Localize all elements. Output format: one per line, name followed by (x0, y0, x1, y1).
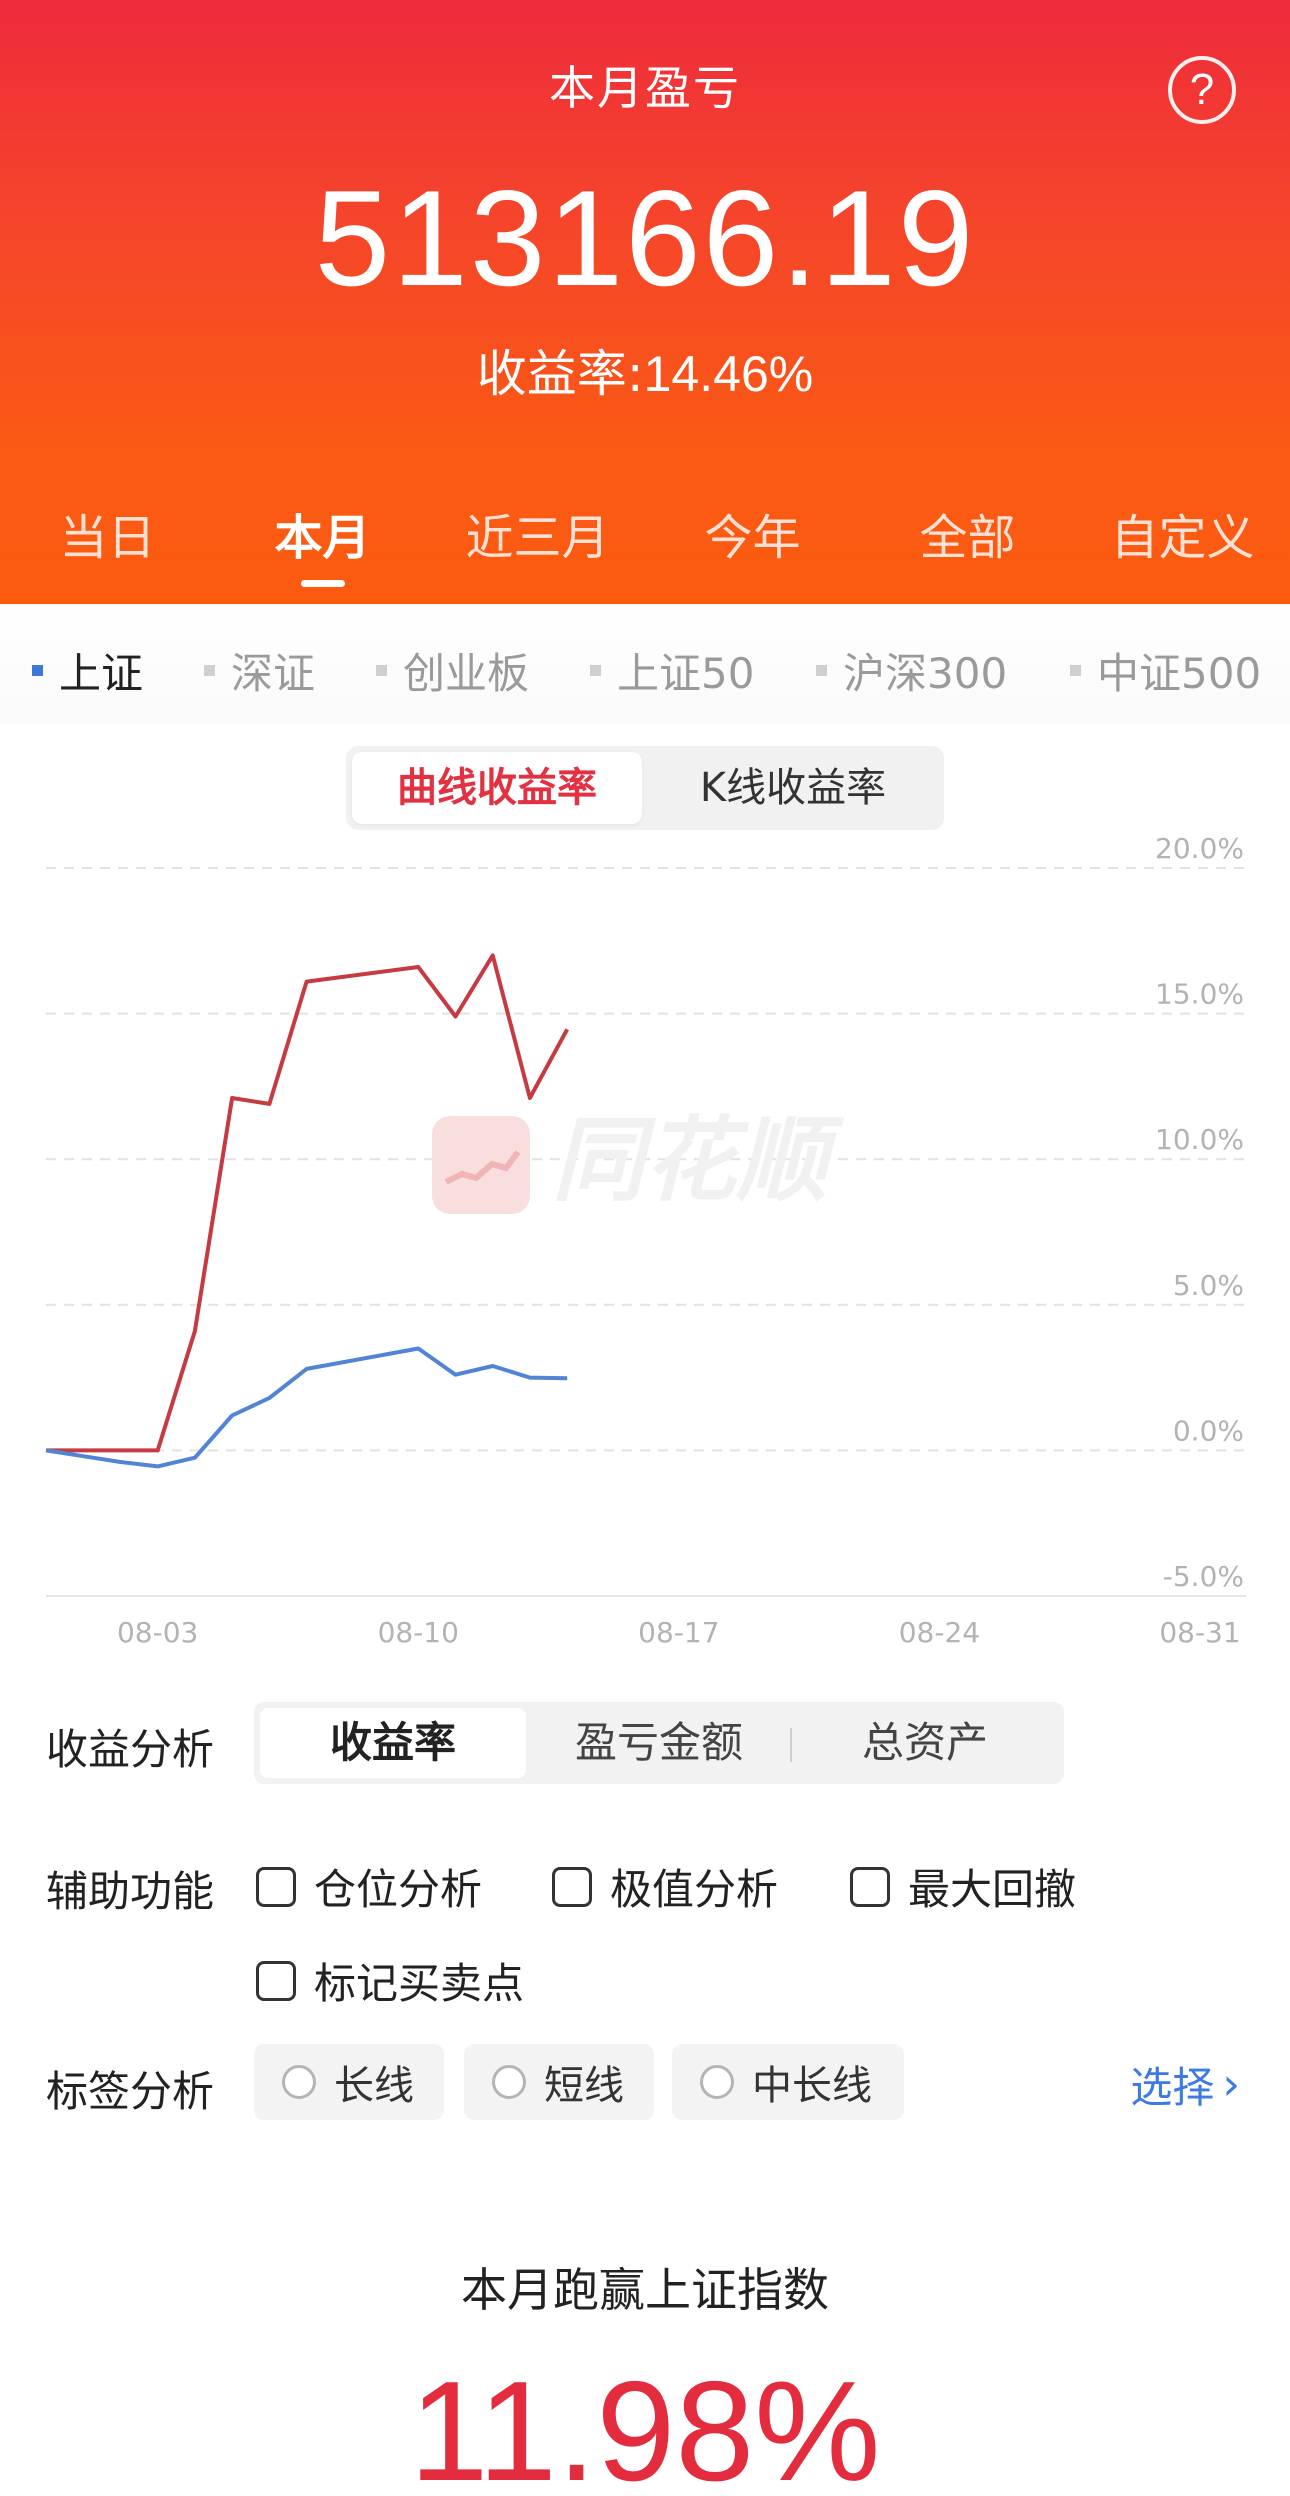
select-tags-link[interactable]: 选择 › (1130, 2054, 1240, 2115)
tab-label: 当日 (59, 510, 156, 566)
tab-label: 本月 (274, 510, 371, 566)
index-tab-label: 中证500 (1097, 648, 1262, 698)
analysis-label: 收益分析 (46, 1725, 215, 1774)
checkbox-mark-trades[interactable]: 标记买卖点 (256, 1950, 524, 2011)
tab-label: 今年 (704, 510, 801, 566)
tab-underline (300, 580, 345, 587)
index-tab-shenzhen[interactable]: 深证 (204, 640, 315, 700)
chart-svg: 同花顺 20.0%15.0%10.0%5.0%0.0%-5.0% 08-03 08… (45, 832, 1246, 1649)
series-marker-icon (204, 664, 215, 676)
profit-amount: 513166.19 (314, 162, 976, 314)
seg-total-assets-button[interactable]: 总资产 (792, 1708, 1058, 1778)
profit-rate-value: 14.46% (643, 346, 814, 402)
tab-this-month[interactable]: 本月 (215, 498, 430, 587)
index-tab-label: 沪深300 (843, 648, 1008, 698)
y-tick-label: 10.0% (1155, 1123, 1244, 1156)
tab-label: 近三月 (465, 510, 610, 566)
beat-index-title: 本月跑赢上证指数 (461, 2263, 829, 2317)
tag-label: 长线 (334, 2063, 414, 2109)
series-marker-icon (1070, 664, 1081, 676)
tag-mid-long-term[interactable]: 中长线 (672, 2044, 904, 2120)
y-tick-label: 0.0% (1173, 1414, 1244, 1447)
index-tab-chinext[interactable]: 创业板 (376, 640, 529, 700)
radio-icon (282, 2065, 316, 2099)
tag-label: 中长线 (752, 2063, 872, 2109)
select-label: 选择 (1130, 2063, 1215, 2112)
checkbox-icon (256, 1866, 296, 1907)
y-axis-labels: 20.0% 15.0% 10.0% 5.0% 0.0% -5.0% (1155, 832, 1244, 1593)
chart-grid (46, 867, 1246, 1597)
tab-three-months[interactable]: 近三月 (430, 498, 645, 568)
beat-index-value: 11.98% (409, 2352, 881, 2496)
header-panel: 本月盈亏 ? 513166.19 收益率:14.46% 当日 本月 近三月 今年… (0, 0, 1290, 604)
series-marker-icon (32, 664, 43, 676)
checkbox-label: 极值分析 (610, 1865, 779, 1914)
seg-rate-button[interactable]: 收益率 (260, 1708, 526, 1778)
tab-all[interactable]: 全部 (860, 498, 1075, 568)
tag-label: 短线 (544, 2063, 624, 2109)
tags-label: 标签分析 (46, 2067, 215, 2116)
checkbox-icon (850, 1866, 890, 1907)
index-tabs: 上证 深证 创业板 上证50 沪深300 中证500 (0, 604, 1290, 724)
x-tick-label: 08-24 (899, 1616, 980, 1649)
series-marker-icon (590, 664, 601, 676)
checkbox-label: 最大回撤 (908, 1865, 1077, 1914)
aux-label: 辅助功能 (46, 1867, 215, 1916)
watermark: 同花顺 (432, 1107, 845, 1214)
series-marker-icon (376, 664, 387, 676)
watermark-text: 同花顺 (552, 1107, 845, 1214)
y-tick-label: 20.0% (1155, 832, 1244, 865)
index-tab-label: 上证 (59, 648, 144, 698)
watermark-logo-icon (432, 1116, 530, 1214)
profit-chart[interactable]: 同花顺 20.0% 15.0% 10.0% 5.0% 0.0% -5.0% 08-03 08… (0, 830, 1290, 1670)
profit-rate: 收益率:14.46% (0, 334, 1290, 406)
checkbox-label: 仓位分析 (314, 1865, 483, 1914)
tag-short-term[interactable]: 短线 (464, 2044, 654, 2120)
period-tabs: 当日 本月 近三月 今年 全部 自定义 (0, 498, 1290, 587)
tab-label: 全部 (919, 510, 1016, 566)
x-tick-label: 08-17 (638, 1616, 719, 1649)
y-tick-label: -5.0% (1163, 1560, 1244, 1593)
curve-rate-button[interactable]: 曲线收益率 (352, 752, 642, 824)
help-icon[interactable]: ? (1168, 56, 1236, 124)
x-axis-labels: 08-03 08-10 08-17 08-24 08-31 (117, 1616, 1241, 1649)
page-title: 本月盈亏 (549, 61, 741, 115)
tab-custom[interactable]: 自定义 (1075, 498, 1290, 568)
profit-rate-label: 收益率: (476, 345, 644, 403)
analysis-segment: 收益率 盈亏金额 总资产 (254, 1702, 1064, 1784)
x-tick-label: 08-03 (117, 1616, 198, 1649)
checkbox-extreme-analysis[interactable]: 极值分析 (552, 1856, 778, 1917)
tab-today[interactable]: 当日 (0, 498, 215, 568)
checkbox-max-drawdown[interactable]: 最大回撤 (850, 1856, 1076, 1917)
checkbox-icon (256, 1960, 296, 2001)
chevron-right-icon: › (1222, 2059, 1240, 2110)
checkbox-label: 标记买卖点 (314, 1959, 525, 2008)
radio-icon (492, 2065, 526, 2099)
seg-profit-amount-button[interactable]: 盈亏金额 (526, 1708, 792, 1778)
x-tick-label: 08-31 (1159, 1616, 1240, 1649)
kline-rate-button[interactable]: K线收益率 (648, 752, 938, 824)
series-marker-icon (816, 664, 827, 676)
y-tick-label: 5.0% (1173, 1269, 1244, 1302)
checkbox-position-analysis[interactable]: 仓位分析 (256, 1856, 482, 1917)
tab-this-year[interactable]: 今年 (645, 498, 860, 568)
x-tick-label: 08-10 (378, 1616, 459, 1649)
tag-long-term[interactable]: 长线 (254, 2044, 444, 2120)
chart-mode-toggle: 曲线收益率 K线收益率 (346, 746, 944, 830)
radio-icon (700, 2065, 734, 2099)
index-tab-label: 深证 (231, 648, 316, 698)
y-tick-label: 15.0% (1155, 978, 1244, 1011)
tab-label: 自定义 (1110, 510, 1255, 566)
index-tab-csi300[interactable]: 沪深300 (816, 640, 1007, 700)
index-tab-label: 上证50 (617, 648, 755, 698)
index-tab-csi500[interactable]: 中证500 (1070, 640, 1261, 700)
checkbox-icon (552, 1866, 592, 1907)
index-tab-sse50[interactable]: 上证50 (590, 640, 754, 700)
index-tab-shanghai[interactable]: 上证 (32, 640, 143, 700)
index-tab-label: 创业板 (403, 648, 530, 698)
